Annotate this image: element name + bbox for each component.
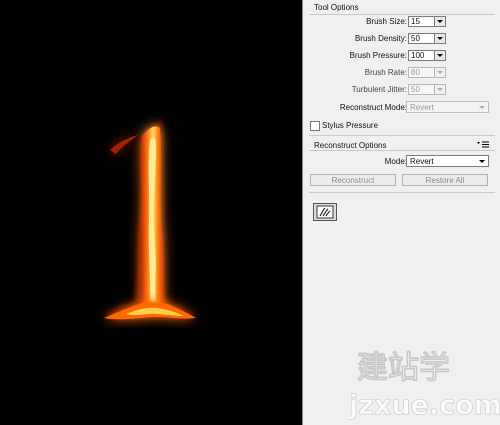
brush-rate-dropdown-icon (434, 68, 445, 77)
stylus-pressure-checkbox[interactable] (310, 121, 320, 131)
reconstruct-mode-value: Revert (410, 103, 434, 112)
brush-density-value: 50 (411, 34, 420, 43)
stylus-pressure-label: Stylus Pressure (322, 121, 379, 130)
flame-hook (110, 135, 138, 154)
brush-rate-field: 80 (408, 67, 446, 78)
brush-size-label: Brush Size: (366, 17, 407, 26)
turbulent-jitter-label: Turbulent Jitter: (351, 85, 407, 94)
reconstruct-header-divider (309, 150, 495, 151)
reconstruct-mode-chevron-icon (479, 106, 485, 109)
brush-pressure-dropdown-icon[interactable] (434, 51, 445, 60)
section-divider (309, 135, 495, 136)
brush-pressure-field[interactable]: 100 (408, 50, 446, 61)
brush-density-dropdown-icon[interactable] (434, 34, 445, 43)
mode-chevron-icon (479, 160, 485, 163)
flaming-one-artwork (104, 121, 196, 320)
brush-size-field[interactable]: 15 (408, 16, 446, 27)
brush-rate-label: Brush Rate: (364, 68, 407, 77)
watermark-domain: jzxue.com (349, 390, 500, 421)
brush-density-label: Brush Density: (354, 34, 407, 43)
mode-select[interactable]: Revert (406, 155, 489, 167)
mode-value: Revert (410, 157, 434, 166)
panel-menu-icon[interactable] (477, 141, 489, 148)
brush-density-field[interactable]: 50 (408, 33, 446, 44)
mode-label: Mode: (384, 157, 407, 166)
tool-options-divider (309, 14, 495, 15)
reconstruct-mode-select: Revert (406, 101, 489, 113)
brush-pressure-value: 100 (411, 51, 425, 60)
turbulent-jitter-value: 50 (411, 85, 420, 94)
restore-all-button[interactable]: Restore All (402, 174, 488, 186)
reconstruct-button[interactable]: Reconstruct (310, 174, 396, 186)
brush-size-value: 15 (411, 17, 420, 26)
brush-rate-value: 80 (411, 68, 420, 77)
turbulent-jitter-field: 50 (408, 84, 446, 95)
warp-hand-icon (316, 205, 334, 219)
warp-tool-button[interactable] (313, 203, 337, 221)
reconstruct-mode-label: Reconstruct Mode: (339, 103, 407, 112)
turbulent-jitter-dropdown-icon (434, 85, 445, 94)
preview-canvas[interactable] (0, 0, 303, 425)
site-watermark: 建站学 jzxue.com (349, 350, 500, 422)
brush-pressure-label: Brush Pressure: (349, 51, 407, 60)
reconstruct-options-title: Reconstruct Options (314, 141, 387, 150)
watermark-chinese: 建站学 (357, 350, 450, 386)
tool-options-title: Tool Options (314, 3, 359, 12)
tools-divider (309, 192, 495, 193)
brush-size-dropdown-icon[interactable] (434, 17, 445, 26)
